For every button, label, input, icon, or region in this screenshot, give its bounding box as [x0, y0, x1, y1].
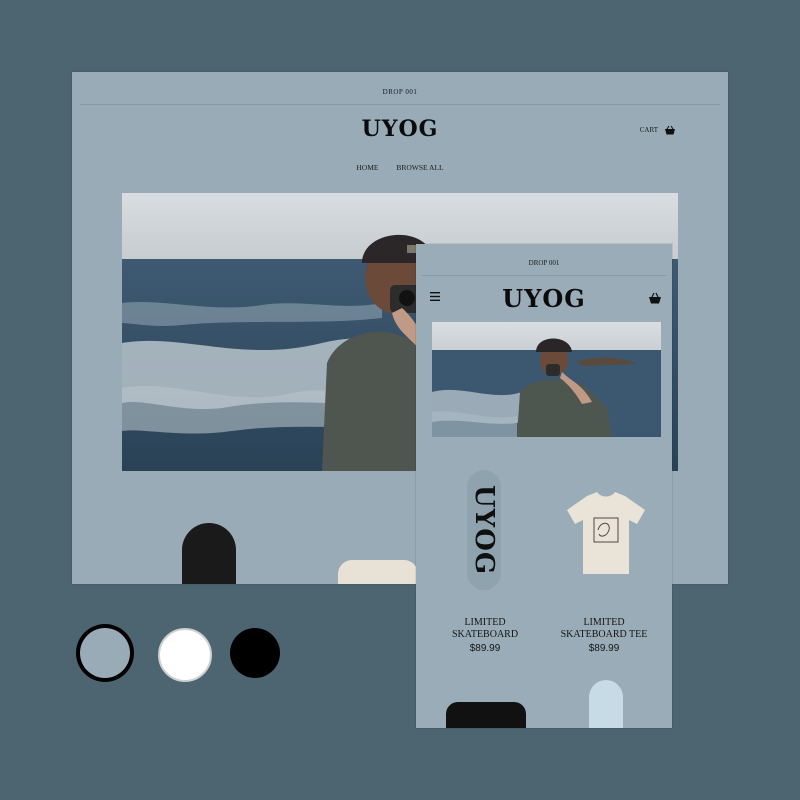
store-logo[interactable]: UYOG: [72, 116, 728, 142]
product-price: $89.99: [469, 643, 501, 654]
hero-image: [432, 322, 661, 437]
light-skateboard-product-image[interactable]: [589, 680, 623, 728]
main-nav: HOME BROWSE ALL: [72, 163, 728, 172]
color-swatch-white[interactable]: [158, 628, 212, 682]
basket-icon: [665, 125, 675, 135]
nav-home[interactable]: HOME: [356, 163, 378, 172]
tee-product-image[interactable]: [563, 490, 649, 578]
cart-label: CART: [639, 126, 658, 134]
black-tee-product-image[interactable]: [446, 702, 526, 728]
product-name[interactable]: LIMITED SKATEBOARD: [430, 617, 540, 641]
product-price: $89.99: [588, 643, 620, 654]
product-name[interactable]: LIMITED SKATEBOARD TEE: [549, 617, 659, 641]
basket-icon[interactable]: [648, 292, 662, 304]
color-swatch-blue[interactable]: [80, 628, 130, 678]
nav-browse-all[interactable]: BROWSE ALL: [396, 163, 443, 172]
announcement-bar: DROP 001: [80, 80, 720, 105]
announcement-text: DROP 001: [528, 259, 560, 267]
cart-link[interactable]: CART: [640, 125, 676, 135]
skateboard-product-image[interactable]: UYOG: [467, 470, 501, 590]
store-logo[interactable]: UYOG: [416, 284, 672, 313]
skateboard-graphic-text: UYOG: [469, 484, 499, 576]
skateboard-product-image[interactable]: [182, 523, 236, 584]
announcement-text: DROP 001: [382, 88, 418, 96]
mobile-preview: DROP 001 UYOG UYOG LIMITED SKATEBOARD $8…: [416, 244, 672, 728]
tee-product-image[interactable]: [338, 560, 418, 584]
color-swatch-black[interactable]: [230, 628, 280, 678]
announcement-bar: DROP 001: [422, 251, 666, 276]
